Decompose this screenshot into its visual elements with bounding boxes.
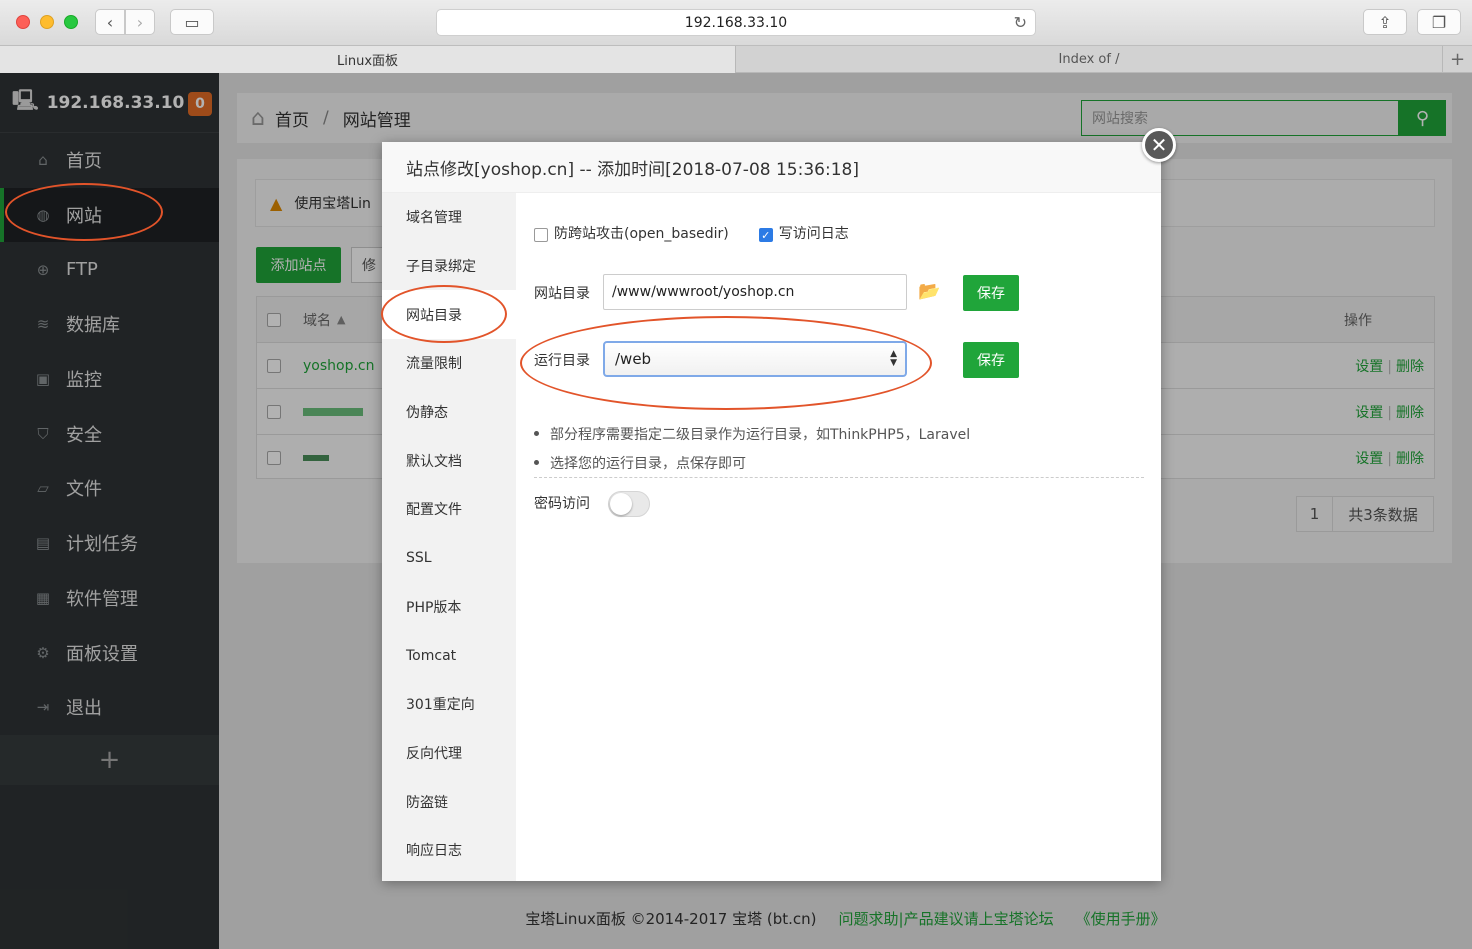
chevron-left-icon: ‹ xyxy=(106,12,114,32)
divider xyxy=(534,477,1144,478)
dialog-tab-redirect[interactable]: 301重定向 xyxy=(382,680,516,729)
dialog-tab-traffic[interactable]: 流量限制 xyxy=(382,339,516,388)
back-button[interactable]: ‹ xyxy=(95,9,125,35)
dialog-tab-ssl[interactable]: SSL xyxy=(382,534,516,583)
check-icon: ✓ xyxy=(761,228,771,242)
anti-xss-label[interactable]: 防跨站攻击(open_basedir) xyxy=(554,223,729,243)
site-dir-input[interactable]: /www/wwwroot/yoshop.cn xyxy=(603,274,907,310)
tab-index[interactable]: Index of / xyxy=(736,46,1442,73)
zoom-window-button[interactable] xyxy=(64,15,78,29)
forward-button[interactable]: › xyxy=(125,9,155,35)
close-dialog-button[interactable]: ✕ xyxy=(1142,128,1176,162)
select-arrows-icon: ▲ ▼ xyxy=(890,349,897,368)
tabs-icon: ❐ xyxy=(1431,12,1447,32)
run-dir-select[interactable]: /web ▲ ▼ xyxy=(603,341,907,377)
tip-item: 部分程序需要指定二级目录作为运行目录，如ThinkPHP5，Laravel xyxy=(534,419,970,448)
dialog-tab-tomcat[interactable]: Tomcat xyxy=(382,631,516,680)
tips-list: 部分程序需要指定二级目录作为运行目录，如ThinkPHP5，Laravel 选择… xyxy=(534,419,970,477)
dialog-nav: 域名管理 子目录绑定 网站目录 流量限制 伪静态 默认文档 配置文件 SSL P… xyxy=(382,193,516,881)
site-dir-label: 网站目录 xyxy=(534,286,590,302)
dialog-body: 防跨站攻击(open_basedir) ✓ 写访问日志 网站目录 /www/ww… xyxy=(516,193,1161,881)
address-text: 192.168.33.10 xyxy=(684,14,788,31)
access-log-label[interactable]: 写访问日志 xyxy=(779,223,849,243)
save-run-dir-button[interactable]: 保存 xyxy=(963,342,1019,378)
tab-linux-panel[interactable]: Linux面板 xyxy=(0,46,736,73)
dialog-title: 站点修改[yoshop.cn] -- 添加时间[2018-07-08 15:36… xyxy=(382,142,1161,193)
minimize-window-button[interactable] xyxy=(40,15,54,29)
run-dir-label: 运行目录 xyxy=(534,353,590,369)
address-bar[interactable]: 192.168.33.10 ↻ xyxy=(436,9,1036,36)
bullet-icon xyxy=(534,460,539,465)
dialog-tab-default-doc[interactable]: 默认文档 xyxy=(382,436,516,485)
password-access-toggle[interactable] xyxy=(608,491,650,517)
browser-toolbar: ‹ › ▭ 192.168.33.10 ↻ ⇪ ❐ xyxy=(0,0,1472,46)
tip-item: 选择您的运行目录，点保存即可 xyxy=(534,448,970,477)
share-button[interactable]: ⇪ xyxy=(1363,9,1407,35)
option-row: 防跨站攻击(open_basedir) ✓ 写访问日志 xyxy=(534,223,849,243)
dialog-tab-site-dir[interactable]: 网站目录 xyxy=(382,290,516,340)
tab-overview-button[interactable]: ❐ xyxy=(1417,9,1461,35)
toggle-knob xyxy=(610,493,632,515)
close-icon: ✕ xyxy=(1150,133,1168,157)
bullet-icon xyxy=(534,431,539,436)
folder-open-icon[interactable]: 📂 xyxy=(918,281,940,302)
dialog-tab-config[interactable]: 配置文件 xyxy=(382,485,516,534)
dialog-tab-php[interactable]: PHP版本 xyxy=(382,583,516,632)
dialog-tab-hotlink[interactable]: 防盗链 xyxy=(382,777,516,826)
sidebar-toggle-button[interactable]: ▭ xyxy=(170,9,214,35)
dialog-tab-rewrite[interactable]: 伪静态 xyxy=(382,388,516,437)
access-log-checkbox[interactable]: ✓ xyxy=(758,228,773,242)
reload-icon[interactable]: ↻ xyxy=(1014,13,1027,32)
tab-strip: Linux面板 Index of / + xyxy=(0,46,1472,73)
save-site-dir-button[interactable]: 保存 xyxy=(963,275,1019,311)
new-tab-button[interactable]: + xyxy=(1442,46,1472,73)
dialog-tab-domains[interactable]: 域名管理 xyxy=(382,193,516,242)
chevron-right-icon: › xyxy=(136,12,144,32)
plus-icon: + xyxy=(1449,49,1466,70)
sidebar-icon: ▭ xyxy=(184,12,200,32)
dialog-tab-subdir[interactable]: 子目录绑定 xyxy=(382,242,516,291)
close-window-button[interactable] xyxy=(16,15,30,29)
dialog-tab-proxy[interactable]: 反向代理 xyxy=(382,729,516,778)
password-access-label: 密码访问 xyxy=(534,496,590,512)
dialog-tab-logs[interactable]: 响应日志 xyxy=(382,826,516,875)
share-icon: ⇪ xyxy=(1378,12,1392,32)
site-edit-dialog: 站点修改[yoshop.cn] -- 添加时间[2018-07-08 15:36… xyxy=(382,142,1161,881)
anti-xss-checkbox[interactable] xyxy=(534,228,548,242)
